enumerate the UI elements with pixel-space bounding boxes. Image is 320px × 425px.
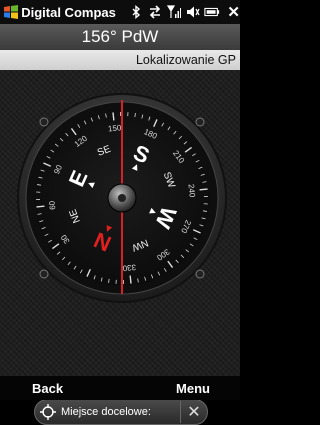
- dial-tick: [130, 276, 131, 284]
- app-title: Digital Compas: [21, 5, 126, 20]
- bluetooth-icon[interactable]: [128, 4, 144, 20]
- data-connection-icon[interactable]: [147, 4, 163, 20]
- close-icon[interactable]: ✕: [227, 3, 240, 21]
- clear-destination-icon[interactable]: ✕: [181, 402, 207, 422]
- softkey-bar: Back Menu: [0, 376, 240, 400]
- bezel-screw: [196, 270, 204, 278]
- compass-area: 306090120150180210240270300330NESWNESESW…: [0, 70, 240, 376]
- back-softkey[interactable]: Back: [32, 381, 63, 396]
- degree-label: 150: [108, 123, 123, 133]
- compass-hub-center: [118, 194, 126, 202]
- degree-label: 240: [186, 184, 196, 199]
- status-bar: Digital Compas ✕: [0, 0, 240, 24]
- dial-tick: [113, 112, 114, 120]
- bezel-screw: [196, 118, 204, 126]
- compass-dial: 306090120150180210240270300330NESWNESESW…: [0, 70, 240, 376]
- bezel-screw: [40, 270, 48, 278]
- destination-label: Miejsce docelowe:: [61, 406, 180, 418]
- volume-icon[interactable]: [185, 4, 201, 20]
- degree-label: 60: [47, 200, 57, 210]
- menu-softkey[interactable]: Menu: [176, 381, 210, 396]
- crosshair-icon[interactable]: [35, 400, 61, 424]
- windows-start-icon[interactable]: [2, 3, 19, 21]
- signal-icon[interactable]: [166, 4, 182, 20]
- heading-readout: 156° PdW: [0, 24, 240, 50]
- bezel-screw: [40, 118, 48, 126]
- gps-status: Lokalizowanie GP: [0, 50, 240, 70]
- battery-icon[interactable]: [204, 4, 220, 20]
- dial-tick: [36, 206, 44, 207]
- dial-tick: [200, 189, 208, 190]
- destination-field[interactable]: Miejsce docelowe: ✕: [34, 399, 208, 425]
- degree-label: 330: [122, 262, 137, 272]
